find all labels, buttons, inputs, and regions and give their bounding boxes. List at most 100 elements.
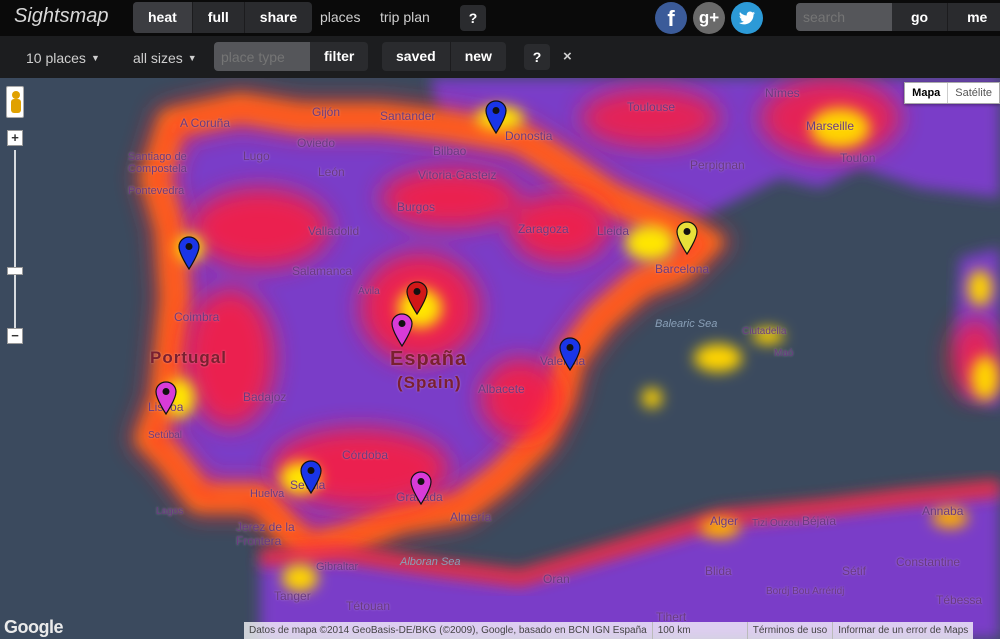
label-lagos: Lagos (156, 506, 184, 517)
label-ciutadella: Ciutadella (742, 326, 787, 337)
pin-santander[interactable] (485, 100, 507, 134)
label-alboran-sea: Alboran Sea (400, 556, 461, 568)
label-gibraltar: Gibraltar (316, 561, 359, 573)
filter-button[interactable]: filter (310, 42, 369, 71)
places-count-dropdown[interactable]: 10 places ▼ (26, 50, 100, 66)
label-coimbra: Coimbra (174, 310, 220, 324)
map-marker-icon (676, 221, 698, 255)
report-error-link[interactable]: Informar de un error de Maps (832, 622, 973, 639)
app-logo[interactable]: Sightsmap (14, 5, 109, 28)
filter-help-button[interactable]: ? (524, 44, 550, 70)
pin-sevilla[interactable] (300, 460, 322, 494)
top-bar: Sightsmap heat full share places trip pl… (0, 0, 1000, 36)
label-a-coruna: A Coruña (180, 116, 231, 130)
label-toulouse: Toulouse (627, 100, 676, 114)
zoom-in-button[interactable]: + (7, 130, 23, 146)
pin-lisboa[interactable] (155, 381, 177, 415)
label-setif: Sétif (842, 564, 867, 578)
label-toulon: Toulon (840, 151, 876, 165)
label-perpignan: Perpignan (690, 158, 745, 172)
saved-new-group: saved new (382, 42, 506, 71)
street-view-pegman-icon[interactable] (6, 86, 24, 118)
label-alger: Alger (710, 514, 739, 528)
terms-link[interactable]: Términos de uso (746, 622, 832, 639)
label-albacete: Albacete (478, 382, 525, 396)
label-bilbao: Bilbao (433, 144, 467, 158)
zoom-slider-track[interactable] (14, 150, 16, 334)
pin-madrid[interactable] (391, 313, 413, 347)
map-type-mapa[interactable]: Mapa (905, 83, 947, 103)
pin-porto[interactable] (178, 236, 200, 270)
scale-bar: 100 km (651, 622, 747, 639)
google-logo: Google (4, 617, 64, 637)
map-marker-icon (391, 313, 413, 347)
label-tebessa: Tébessa (936, 593, 983, 607)
places-link[interactable]: places (320, 9, 360, 25)
label-cordoba: Córdoba (342, 448, 389, 462)
chevron-down-icon: ▼ (187, 53, 197, 63)
chevron-down-icon: ▼ (90, 53, 100, 63)
label-bejaia: Béjaïa (802, 514, 837, 528)
pin-valencia[interactable] (559, 337, 581, 371)
google-plus-icon[interactable]: g+ (693, 2, 725, 34)
label-mao: Maó (774, 348, 794, 359)
heat-map[interactable]: Toulouse Nîmes Marseille Toulon Perpigna… (0, 78, 1000, 639)
map-marker-icon (485, 100, 507, 134)
sizes-dropdown[interactable]: all sizes ▼ (133, 50, 197, 66)
label-leon: León (318, 165, 345, 179)
attribution-text: Datos de mapa ©2014 GeoBasis-DE/BKG (©20… (249, 625, 647, 636)
places-count-label: 10 places (26, 50, 86, 66)
label-salamanca: Salamanca (292, 264, 353, 278)
trip-plan-link[interactable]: trip plan (380, 9, 430, 25)
label-bordj: Bordj Bou Arréridj (766, 586, 845, 597)
search-actions: go me (892, 3, 1000, 31)
map-marker-icon (300, 460, 322, 494)
label-santander: Santander (380, 109, 436, 123)
label-portugal: Portugal (150, 348, 227, 367)
label-gijon: Gijón (312, 105, 341, 119)
zoom-out-button[interactable]: − (7, 328, 23, 344)
label-oran: Oran (543, 572, 570, 586)
label-burgos: Burgos (397, 200, 436, 214)
map-marker-icon (410, 471, 432, 505)
label-almeria: Almería (450, 510, 492, 524)
filter-toolbar: 10 places ▼ all sizes ▼ filter saved new ?… (0, 36, 1000, 78)
label-annaba: Annaba (922, 504, 964, 518)
twitter-icon[interactable] (731, 2, 763, 34)
label-avila: Ávila (358, 286, 380, 297)
map-marker-icon (178, 236, 200, 270)
full-mode-button[interactable]: full (191, 2, 244, 33)
me-button[interactable]: me (947, 3, 1000, 31)
help-button[interactable]: ? (460, 5, 486, 31)
label-vitoria: Vitoria-Gasteiz (418, 168, 497, 182)
view-mode-group: heat full share (133, 2, 313, 33)
label-valladolid: Valladolid (308, 224, 360, 238)
label-tanger: Tanger (274, 589, 311, 603)
label-spain: (Spain) (397, 373, 462, 392)
label-nimes: Nîmes (765, 86, 800, 100)
close-icon[interactable]: × (563, 48, 572, 65)
facebook-icon[interactable]: f (655, 2, 687, 34)
map-type-satellite[interactable]: Satélite (947, 83, 999, 103)
zoom-slider-thumb[interactable] (7, 267, 23, 275)
map-type-control: Mapa Satélite (904, 82, 1000, 104)
pin-granada[interactable] (410, 471, 432, 505)
label-donostia: Donostia (505, 129, 553, 143)
map-marker-icon (406, 281, 428, 315)
saved-button[interactable]: saved (382, 42, 450, 71)
place-type-input[interactable] (214, 42, 310, 71)
search-input[interactable] (796, 3, 892, 31)
label-badajoz: Badajoz (243, 390, 287, 404)
share-button[interactable]: share (243, 2, 312, 33)
label-tetouan: Tétouan (346, 599, 391, 613)
heat-mode-button[interactable]: heat (133, 2, 192, 33)
map-attribution-bar: Datos de mapa ©2014 GeoBasis-DE/BKG (©20… (244, 622, 974, 639)
pin-barcelona[interactable] (676, 221, 698, 255)
pin-segovia[interactable] (406, 281, 428, 315)
label-oviedo: Oviedo (297, 136, 336, 150)
label-setubal: Setúbal (148, 430, 182, 441)
label-marseille: Marseille (806, 119, 855, 133)
go-button[interactable]: go (892, 3, 947, 31)
twitter-bird-icon (739, 11, 755, 25)
new-button[interactable]: new (449, 42, 506, 71)
